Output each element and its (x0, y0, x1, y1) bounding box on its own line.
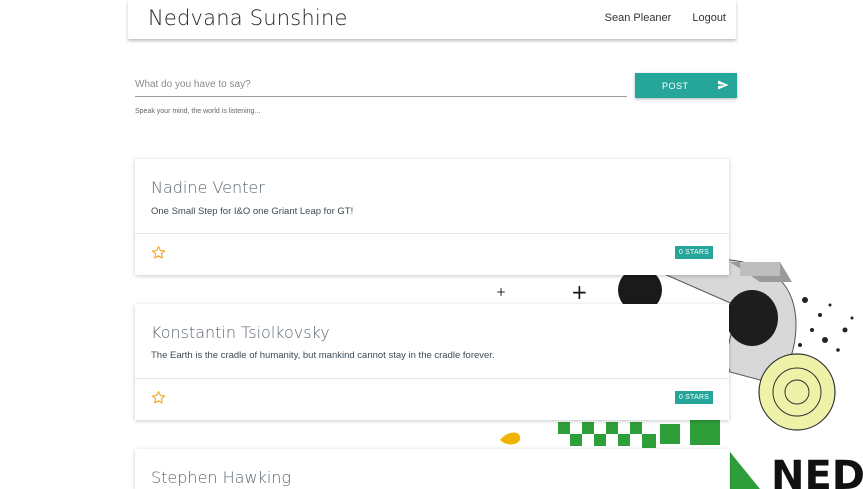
star-icon[interactable] (151, 245, 166, 260)
post-card: Nadine Venter One Small Step for I&O one… (135, 159, 729, 275)
post-message: One Small Step for I&O one Griant Leap f… (151, 206, 354, 217)
post-message: The Earth is the cradle of humanity, but… (151, 350, 495, 361)
stars-count-badge: 0 STARS (674, 391, 713, 404)
post-input[interactable] (135, 73, 627, 97)
post-card: Stephen Hawking (135, 449, 729, 489)
post-button-label: POST (662, 81, 689, 91)
card-divider (135, 378, 729, 379)
post-author: Stephen Hawking (151, 468, 292, 487)
logout-link[interactable]: Logout (692, 12, 726, 24)
star-icon[interactable] (151, 390, 166, 405)
post-composer: Speak your mind, the world is listening.… (135, 70, 737, 120)
post-button[interactable]: POST (635, 73, 737, 98)
stars-count-badge: 0 STARS (674, 246, 713, 259)
composer-helper-text: Speak your mind, the world is listening.… (135, 108, 261, 115)
post-author: Nadine Venter (151, 178, 265, 197)
brand-title[interactable]: Nedvana Sunshine (148, 6, 348, 30)
ned-logo: NED (771, 453, 863, 489)
svg-text:+: + (496, 285, 506, 299)
card-divider (135, 233, 729, 234)
top-navbar: Nedvana Sunshine Sean Pleaner Logout (128, 0, 736, 39)
user-profile-link[interactable]: Sean Pleaner (605, 12, 672, 24)
post-author: Konstantin Tsiolkovsky (151, 323, 330, 342)
send-icon (718, 80, 729, 90)
post-card: Konstantin Tsiolkovsky The Earth is the … (135, 304, 729, 420)
nav-links: Sean Pleaner Logout (605, 12, 726, 24)
svg-text:+: + (571, 280, 588, 304)
